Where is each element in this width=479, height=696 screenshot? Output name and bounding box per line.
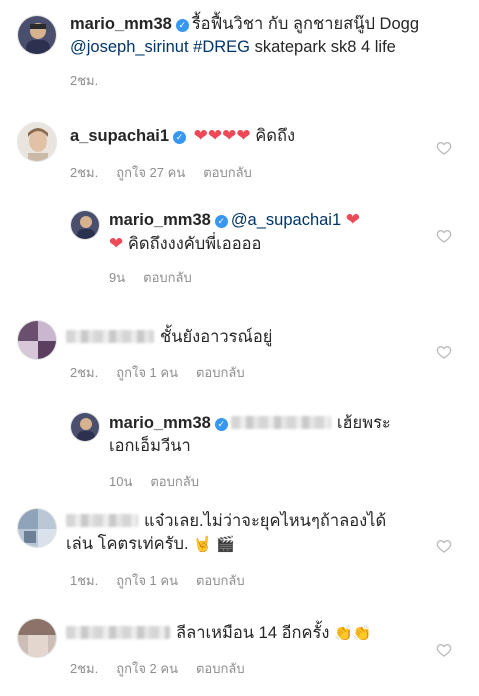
comment-body: ลีลาเหมือน 14 อีกครั้ง xyxy=(176,624,330,642)
comment-body-line1: แจ๋วเลย.ไม่ว่าจะยุคไหนๆถ้าลองได้ xyxy=(144,512,387,530)
reply-body-line2: เอกเอ็มวีนา xyxy=(109,437,191,455)
reply-mention[interactable]: @a_supachai1 xyxy=(231,211,341,229)
reply-item: mario_mm38 ✓ เฮ้ยพระ เอกเอ็มวีนา 10น ตอบกลั… xyxy=(0,400,479,490)
reply-username[interactable]: mario_mm38 xyxy=(109,414,211,432)
comment-text: ชั้นยังอาวรณ์อยู่ xyxy=(66,326,426,349)
reply-username[interactable]: mario_mm38 xyxy=(109,211,211,229)
heart-outline-icon[interactable] xyxy=(436,140,452,156)
red-heart-emoji: ❤ xyxy=(345,210,360,229)
reply-button[interactable]: ตอบกลับ xyxy=(150,474,199,489)
avatar[interactable] xyxy=(17,320,57,360)
timestamp[interactable]: 10น xyxy=(109,474,132,489)
heart-outline-icon[interactable] xyxy=(436,538,452,554)
caption-time: 2ชม. xyxy=(70,70,116,91)
comment-item: แจ๋วเลย.ไม่ว่าจะยุคไหนๆถ้าลองได้ เล่น โค… xyxy=(0,498,479,598)
avatar-mario-image xyxy=(71,211,99,239)
verified-badge-icon: ✓ xyxy=(214,215,228,228)
blurred-username xyxy=(66,626,170,639)
red-heart-emoji: ❤ xyxy=(109,234,124,253)
avatar[interactable] xyxy=(70,210,100,240)
heart-outline-icon[interactable] xyxy=(436,642,452,658)
avatar[interactable] xyxy=(17,508,57,548)
reply-button[interactable]: ตอบกลับ xyxy=(203,165,252,180)
caption-mention[interactable]: @joseph_sirinut xyxy=(70,38,189,56)
comment-text: แจ๋วเลย.ไม่ว่าจะยุคไหนๆถ้าลองได้ เล่น โค… xyxy=(66,510,446,556)
comment-item: a_supachai1 ✓ ❤❤❤❤ คิดถึง 2ชม. ถูกใจ 27 คน… xyxy=(0,110,479,190)
comment-meta: 1ชม. ถูกใจ 1 คน ตอบกลับ xyxy=(70,570,263,591)
reply-text: mario_mm38 ✓ เฮ้ยพระ เอกเอ็มวีนา xyxy=(109,412,439,458)
reply-body-line1: เฮ้ยพระ xyxy=(336,414,391,432)
verified-badge-icon: ✓ xyxy=(175,19,189,32)
blurred-avatar-image xyxy=(18,321,56,359)
caption-hashtag[interactable]: #DREG xyxy=(193,38,250,56)
comment-body: ชั้นยังอาวรณ์อยู่ xyxy=(160,328,273,346)
comment-username[interactable]: a_supachai1 xyxy=(70,127,169,145)
timestamp[interactable]: 9น xyxy=(109,270,125,285)
reply-meta: 9น ตอบกลับ xyxy=(109,267,210,288)
comment-text: ลีลาเหมือน 14 อีกครั้ง 👏👏 xyxy=(66,622,446,645)
avatar-mario-image xyxy=(71,413,99,441)
reply-body: คิดถึงงงคับพี่เออออ xyxy=(127,235,262,253)
clapping-emoji: 👏👏 xyxy=(334,625,372,642)
avatar[interactable] xyxy=(17,618,57,658)
avatar[interactable] xyxy=(17,122,57,162)
red-heart-emoji: ❤❤❤❤ xyxy=(193,126,251,145)
caption: mario_mm38 ✓ รื้อฟื้นวิชา กับ ลูกชายสนู๊ป … xyxy=(0,0,479,100)
comment-item: ลีลาเหมือน 14 อีกครั้ง 👏👏 2ชม. ถูกใจ 2 คน… xyxy=(0,608,479,696)
reply-button[interactable]: ตอบกลับ xyxy=(196,365,245,380)
likes-count[interactable]: ถูกใจ 1 คน xyxy=(116,365,178,380)
avatar-supachai-image xyxy=(18,123,56,161)
avatar-mario-image xyxy=(18,16,56,54)
caption-username[interactable]: mario_mm38 xyxy=(70,15,172,33)
likes-count[interactable]: ถูกใจ 1 คน xyxy=(116,573,178,588)
timestamp[interactable]: 2ชม. xyxy=(70,661,98,676)
timestamp[interactable]: 1ชม. xyxy=(70,573,98,588)
comment-body: คิดถึง xyxy=(255,127,296,145)
blurred-username xyxy=(66,514,138,527)
reply-item: mario_mm38 ✓ @a_supachai1 ❤ ❤ คิดถึงงงคับพ… xyxy=(0,196,479,296)
reply-button[interactable]: ตอบกลับ xyxy=(196,573,245,588)
avatar[interactable] xyxy=(17,15,57,55)
reply-text: mario_mm38 ✓ @a_supachai1 ❤ ❤ คิดถึงงงคับพ… xyxy=(109,208,429,256)
blurred-mention xyxy=(230,416,331,429)
emoji-group: 🤘 🎬 xyxy=(193,536,235,553)
verified-badge-icon: ✓ xyxy=(173,131,187,144)
comment-meta: 2ชม. ถูกใจ 2 คน ตอบกลับ xyxy=(70,658,263,679)
timestamp[interactable]: 2ชม. xyxy=(70,73,98,88)
verified-badge-icon: ✓ xyxy=(214,418,228,431)
comment-text: a_supachai1 ✓ ❤❤❤❤ คิดถึง xyxy=(70,124,430,148)
caption-text: mario_mm38 ✓ รื้อฟื้นวิชา กับ ลูกชายสนู๊ป … xyxy=(70,13,470,59)
caption-line2: skatepark sk8 4 life xyxy=(254,38,396,56)
comment-meta: 2ชม. ถูกใจ 1 คน ตอบกลับ xyxy=(70,362,263,383)
heart-outline-icon[interactable] xyxy=(436,344,452,360)
blurred-username xyxy=(66,330,154,343)
likes-count[interactable]: ถูกใจ 27 คน xyxy=(116,165,185,180)
reply-button[interactable]: ตอบกลับ xyxy=(196,661,245,676)
comment-item: ชั้นยังอาวรณ์อยู่ 2ชม. ถูกใจ 1 คน ตอบกลับ xyxy=(0,306,479,386)
likes-count[interactable]: ถูกใจ 2 คน xyxy=(116,661,178,676)
heart-outline-icon[interactable] xyxy=(436,228,452,244)
comment-body-line2: เล่น โคตรเท่ครับ. xyxy=(66,535,189,553)
reply-meta: 10น ตอบกลับ xyxy=(109,471,217,492)
avatar[interactable] xyxy=(70,412,100,442)
timestamp[interactable]: 2ชม. xyxy=(70,365,98,380)
reply-button[interactable]: ตอบกลับ xyxy=(143,270,192,285)
blurred-avatar-image xyxy=(18,619,56,657)
blurred-avatar-image xyxy=(18,509,56,547)
caption-line1: รื้อฟื้นวิชา กับ ลูกชายสนู๊ป Dogg xyxy=(191,15,419,33)
comment-meta: 2ชม. ถูกใจ 27 คน ตอบกลับ xyxy=(70,162,270,183)
timestamp[interactable]: 2ชม. xyxy=(70,165,98,180)
